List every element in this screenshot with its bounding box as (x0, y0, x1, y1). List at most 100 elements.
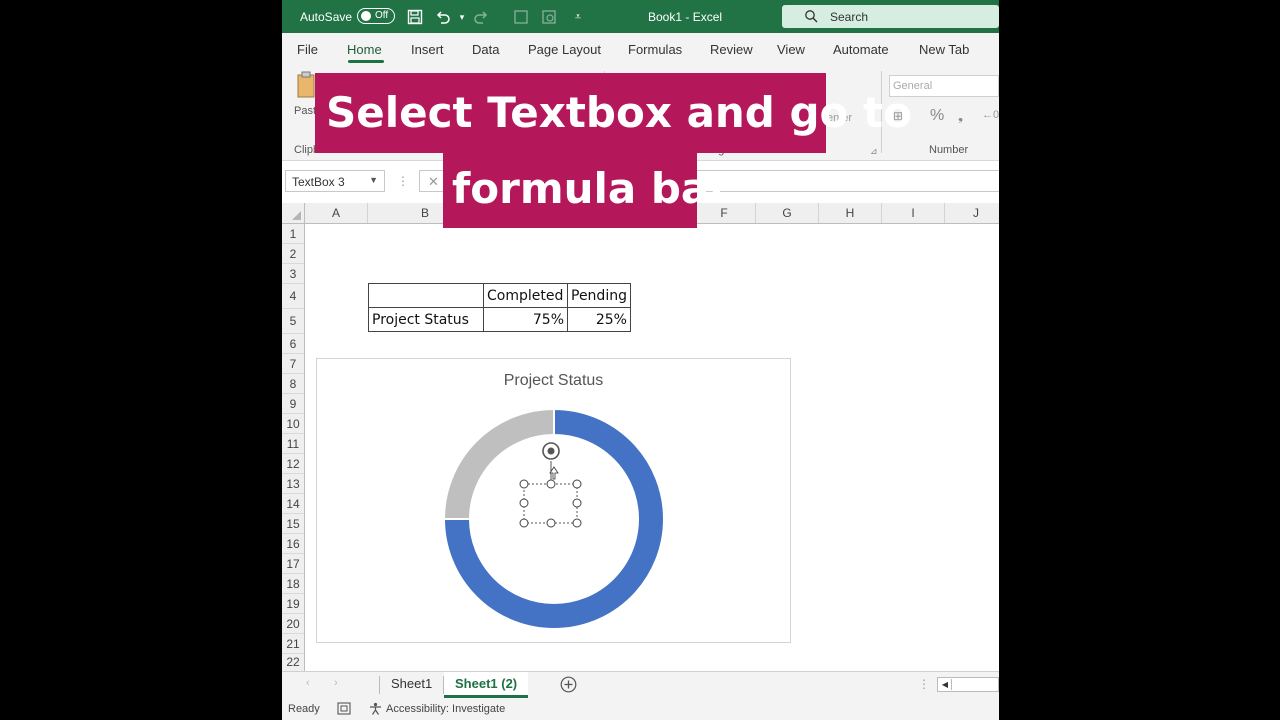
row-header[interactable]: 9 (282, 394, 304, 414)
sheet-tab-active[interactable]: Sheet1 (2) (444, 672, 529, 698)
window-title: Book1 - Excel (648, 10, 723, 24)
resize-handle[interactable] (572, 479, 582, 489)
sheet-tab-bar: ‹ › Sheet1 Sheet1 (2) ⋮ ◀ (282, 671, 999, 699)
resize-handle[interactable] (546, 518, 556, 528)
textbox-selection[interactable] (519, 442, 582, 528)
row-header[interactable]: 19 (282, 594, 304, 614)
row-header[interactable]: 10 (282, 414, 304, 434)
preview-icon[interactable] (540, 8, 558, 26)
name-box[interactable]: TextBox 3 ▼ (285, 170, 385, 192)
tab-page-layout[interactable]: Page Layout (528, 42, 601, 57)
row-header[interactable]: 1 (282, 224, 304, 244)
row-header[interactable]: 15 (282, 514, 304, 534)
doughnut-slice-pending[interactable] (442, 407, 555, 520)
customize-toolbar-icon[interactable]: ⩡ (569, 8, 587, 26)
status-bar: Ready Accessibility: Investigate (282, 698, 999, 720)
row-header[interactable]: 20 (282, 614, 304, 634)
worksheet-grid[interactable]: A B C D E F G H I J 1 2 3 4 5 6 7 8 9 10… (282, 203, 999, 671)
search-placeholder: Search (830, 10, 869, 24)
percent-icon[interactable]: % (930, 107, 944, 125)
row-header[interactable]: 12 (282, 454, 304, 474)
data-table: Completed Pending Project Status 75% 25% (368, 283, 631, 332)
tab-insert[interactable]: Insert (411, 42, 444, 57)
row-header[interactable]: 8 (282, 374, 304, 394)
scroll-left-arrow-icon[interactable]: ◀ (939, 679, 952, 690)
row-header[interactable]: 18 (282, 574, 304, 594)
row-header[interactable]: 16 (282, 534, 304, 554)
accessibility-status[interactable]: Accessibility: Investigate (386, 703, 505, 715)
row-header[interactable]: 21 (282, 634, 304, 654)
row-header[interactable]: 11 (282, 434, 304, 454)
resize-handle[interactable] (572, 518, 582, 528)
row-header[interactable]: 17 (282, 554, 304, 574)
tab-home[interactable]: Home (347, 42, 382, 57)
search-box[interactable]: Search (782, 5, 999, 28)
resize-handle[interactable] (519, 479, 529, 489)
toggle-knob-icon (361, 11, 371, 21)
macro-record-icon[interactable] (337, 702, 351, 718)
row-header[interactable]: 5 (282, 309, 304, 334)
resize-handle[interactable] (519, 498, 529, 508)
tab-split-handle-icon[interactable]: ⋮ (918, 677, 930, 691)
tab-automate[interactable]: Automate (833, 42, 889, 57)
tab-view[interactable]: View (777, 42, 805, 57)
caption-line1: Select Textbox and go to (326, 88, 912, 137)
tab-data[interactable]: Data (472, 42, 499, 57)
row-header[interactable]: 2 (282, 244, 304, 264)
column-header[interactable]: A (305, 203, 368, 223)
active-tab-indicator (348, 60, 384, 63)
row-header[interactable]: 6 (282, 334, 304, 354)
redo-icon[interactable] (472, 8, 490, 26)
table-header-completed[interactable]: Completed (483, 283, 568, 308)
sheet-tab[interactable]: Sheet1 (380, 672, 443, 698)
caption-banner-line2: formula bar (443, 153, 730, 228)
row-header[interactable]: 14 (282, 494, 304, 514)
autosave-toggle[interactable]: Off (357, 8, 395, 24)
more-options-icon: ⋮ (397, 174, 409, 188)
rotate-handle-icon[interactable] (542, 442, 560, 460)
scroll-left-icon[interactable]: ‹ (306, 677, 310, 689)
row-headers: 1 2 3 4 5 6 7 8 9 10 11 12 13 14 15 16 1… (282, 224, 305, 671)
row-header[interactable]: 13 (282, 474, 304, 494)
table-header-pending[interactable]: Pending (567, 283, 631, 308)
column-header[interactable]: J (945, 203, 999, 223)
add-sheet-icon[interactable] (560, 676, 577, 696)
tab-review[interactable]: Review (710, 42, 753, 57)
increase-decimal-icon[interactable]: ←0 (982, 109, 999, 121)
row-header[interactable]: 3 (282, 264, 304, 284)
tab-new-tab[interactable]: New Tab (919, 42, 969, 57)
autosave-state: Off (375, 10, 389, 21)
scroll-right-icon[interactable]: › (334, 677, 338, 689)
column-header[interactable]: G (756, 203, 819, 223)
undo-dropdown-icon[interactable]: ▾ (453, 8, 471, 26)
horizontal-scrollbar[interactable]: ◀ (937, 677, 999, 692)
select-all-corner[interactable] (282, 203, 305, 223)
alignment-launcher-icon[interactable]: ⊿ (870, 146, 878, 157)
chevron-down-icon: ▼ (369, 175, 378, 185)
column-header[interactable]: I (882, 203, 945, 223)
table-row-label[interactable]: Project Status (368, 307, 484, 332)
doughnut-chart[interactable]: Project Status (316, 358, 791, 643)
table-cell-completed[interactable]: 75% (483, 307, 568, 332)
table-cell[interactable] (368, 283, 484, 308)
tab-file[interactable]: File (297, 42, 318, 57)
tab-formulas[interactable]: Formulas (628, 42, 682, 57)
quick-print-icon[interactable] (512, 8, 530, 26)
row-header[interactable]: 4 (282, 284, 304, 309)
row-header[interactable]: 22 (282, 654, 304, 671)
number-group-label: Number (929, 144, 969, 156)
cancel-icon[interactable]: ✕ (428, 174, 439, 190)
autosave-label: AutoSave (300, 10, 353, 24)
accessibility-icon[interactable] (369, 702, 382, 718)
table-cell-pending[interactable]: 25% (567, 307, 631, 332)
resize-handle[interactable] (572, 498, 582, 508)
column-header[interactable]: H (819, 203, 882, 223)
resize-handle[interactable] (519, 518, 529, 528)
resize-handle[interactable] (546, 479, 556, 489)
undo-icon[interactable] (434, 8, 452, 26)
comma-icon[interactable]: ❟ (958, 108, 963, 124)
status-ready: Ready (288, 703, 320, 715)
save-icon[interactable] (406, 8, 424, 26)
name-box-value: TextBox 3 (292, 175, 345, 189)
row-header[interactable]: 7 (282, 354, 304, 374)
